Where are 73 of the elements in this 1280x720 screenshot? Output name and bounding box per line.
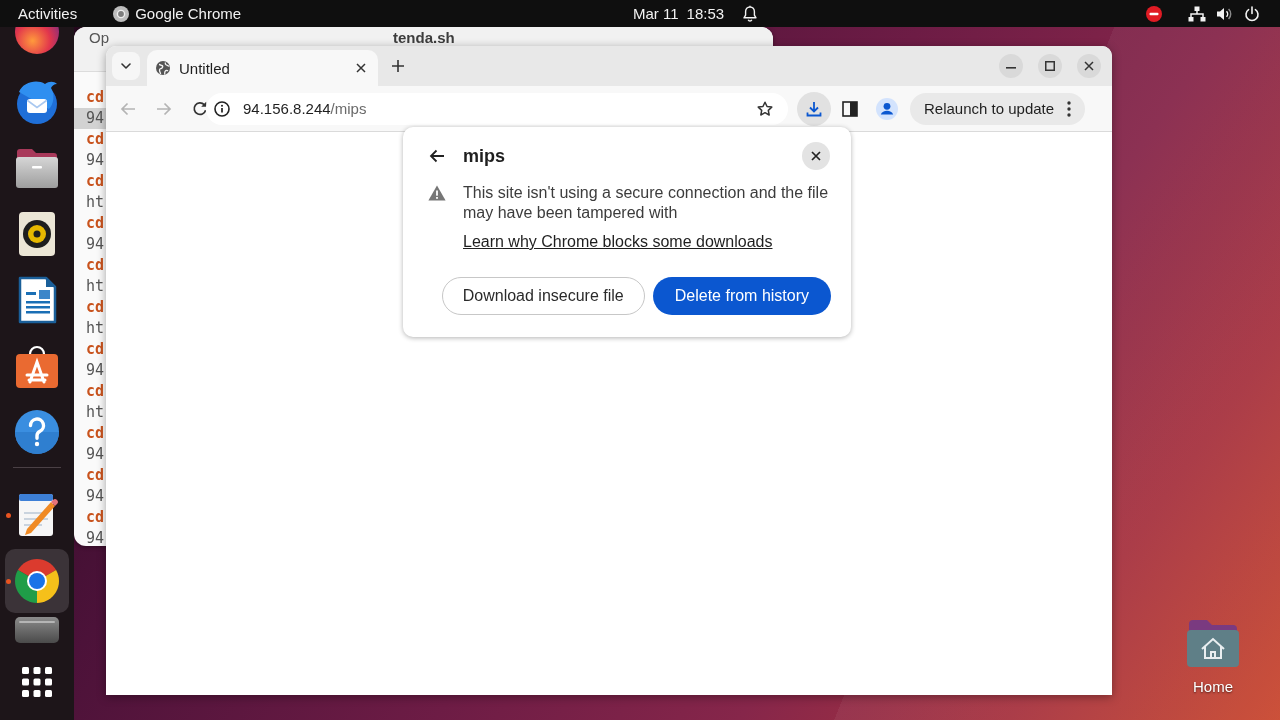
bubble-title: mips [463,145,505,167]
window-title: tenda.sh [393,30,455,46]
code-line: ht [85,192,106,213]
browser-icon [13,557,61,605]
primary-button[interactable]: Delete from history [652,277,831,315]
reload-icon[interactable] [192,100,208,117]
code-line: 94 [85,150,106,171]
desktop-icon-label[interactable]: Home [1193,678,1233,696]
round-app-icon [13,27,61,56]
caret-icon [121,63,131,69]
bell-icon[interactable] [742,4,759,23]
code-line: cd [85,213,106,234]
code-line: cd [85,255,106,276]
close-button[interactable] [802,142,830,170]
code-line: 94 [85,486,106,507]
code-line: 94 [85,360,106,381]
code-line: cd [85,129,106,150]
drive-icon [15,617,59,643]
code-line: ht [85,402,106,423]
new-tab-icon[interactable] [392,60,404,72]
globe-icon [156,61,170,75]
download-button[interactable] [797,91,831,126]
code-line: cd [85,507,106,528]
code-line: cd [85,339,106,360]
close-icon[interactable] [356,63,366,73]
url-text: 94.156.8.244/mips [243,100,367,117]
code-line: 94 [85,444,106,465]
close-window-button[interactable] [1077,54,1101,78]
browser-icon [113,5,130,22]
do-not-disturb-icon[interactable] [1146,5,1162,22]
secondary-button[interactable]: Download insecure file [441,277,645,315]
back-arrow-icon[interactable] [429,149,445,163]
close-icon [811,151,821,161]
code-line: 94 [85,234,106,255]
warning-icon [428,185,446,201]
relaunch-button[interactable]: Relaunch to update [910,92,1085,125]
help-icon [13,408,61,456]
clock-date[interactable]: Mar 11 [633,4,679,23]
code-line: cd [85,171,106,192]
volume-icon[interactable] [1216,5,1232,22]
info-icon[interactable] [214,100,230,117]
app-grid-icon[interactable] [22,666,52,697]
profile-avatar-icon[interactable] [876,97,898,120]
minimize-button[interactable] [999,54,1023,78]
dock-app-button[interactable] [5,549,69,613]
code-line: ht [85,318,106,339]
code-line: ht [85,276,106,297]
browser-tab[interactable]: Untitled [147,50,378,86]
warning-message: This site isn't using a secure connection and the file may have been tampered with [463,183,830,223]
code-line: cd [85,423,106,444]
power-icon[interactable] [1244,5,1260,22]
network-icon[interactable] [1188,5,1206,22]
maximize-icon [1045,61,1055,71]
home-folder-icon[interactable] [1185,618,1241,668]
open-button[interactable]: Op [89,30,109,46]
code-line: cd [85,87,106,108]
tab-search-button[interactable] [112,52,140,80]
code-line: cd [85,465,106,486]
close-icon [1084,61,1094,71]
learn-more-link[interactable]: Learn why Chrome blocks some downloads [463,232,773,252]
address-bar[interactable]: 94.156.8.244/mips [206,92,788,125]
code-line: cd [85,297,106,318]
minimize-icon [1006,67,1016,69]
maximize-button[interactable] [1038,54,1062,78]
code-line: 94 [85,528,106,546]
download-icon [806,100,822,117]
app-menu-button[interactable]: Google Chrome [135,4,242,23]
activities-button[interactable]: Activities [18,4,78,23]
bookmark-star-icon[interactable] [757,100,773,117]
clock-time[interactable]: 18:53 [686,4,725,23]
more-options-icon[interactable] [1067,100,1071,117]
code-line: cd [85,381,106,402]
side-panel-icon[interactable] [842,100,858,117]
